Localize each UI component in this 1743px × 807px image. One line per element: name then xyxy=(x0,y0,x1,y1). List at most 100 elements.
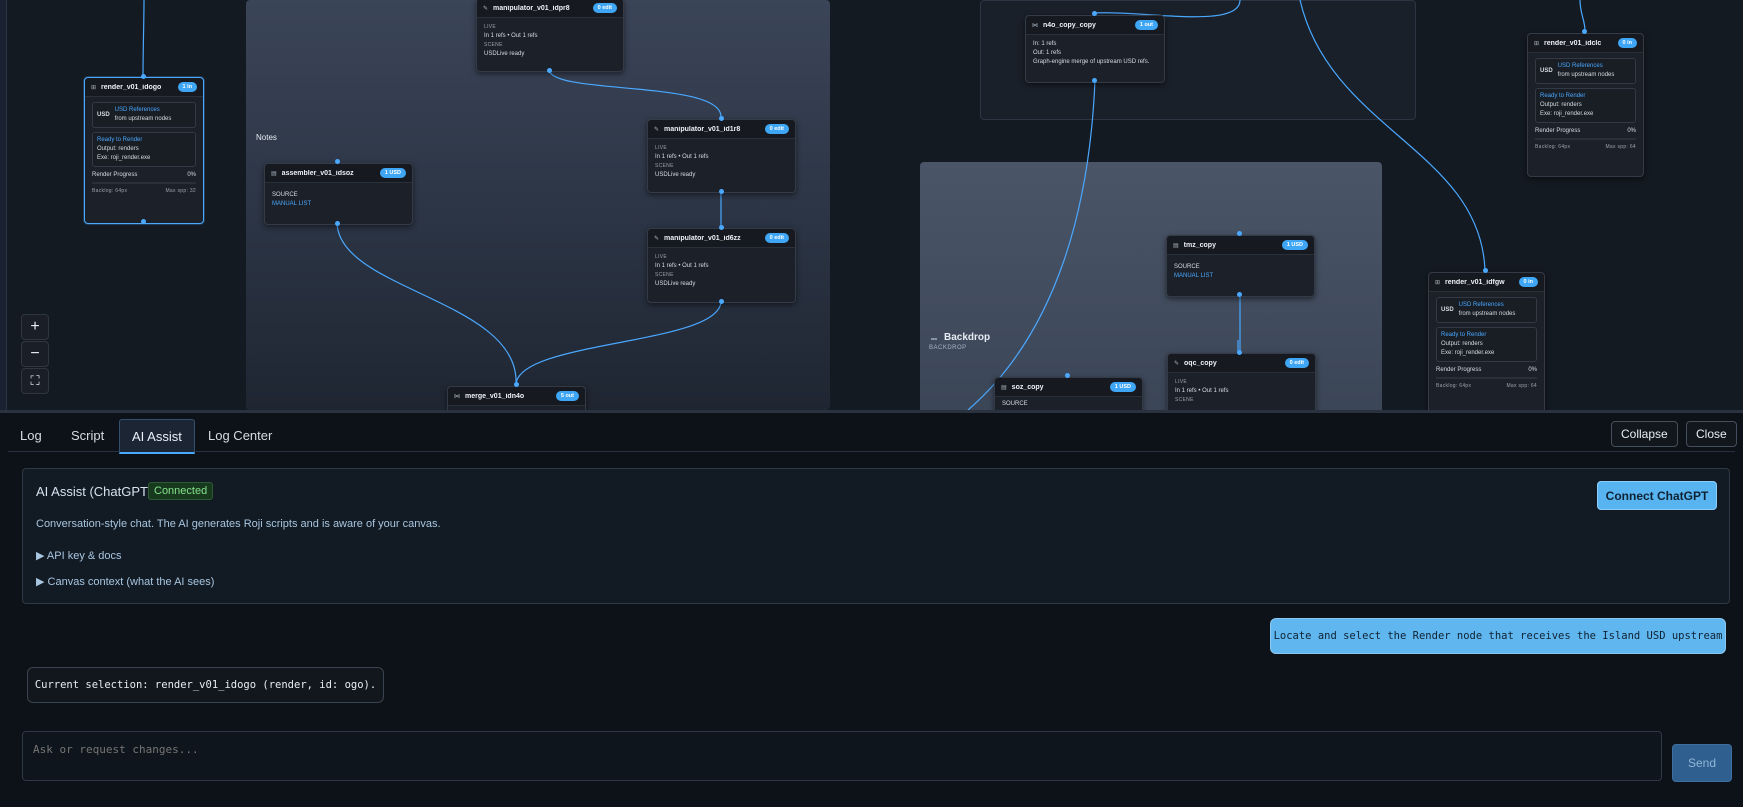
node-title: merge_v01_idn4o xyxy=(465,392,525,400)
manipulator-node-oqc[interactable]: ✎ oqc_copy 0 edit LIVE In 1 refs • Out 1 r… xyxy=(1167,353,1316,410)
input-port[interactable] xyxy=(141,74,146,79)
input-port[interactable] xyxy=(719,116,724,121)
node-badge: 1 USD xyxy=(1281,240,1308,250)
source-label: SOURCE xyxy=(1174,264,1200,270)
tab-log[interactable]: Log xyxy=(8,419,54,451)
source-value: MANUAL LIST xyxy=(272,201,312,207)
output-port[interactable] xyxy=(335,221,340,226)
tab-script[interactable]: Script xyxy=(59,419,116,451)
backlog-label: Backlog: 64px xyxy=(1535,144,1571,150)
ai-assist-title: AI Assist (ChatGPT) xyxy=(36,484,153,499)
input-port[interactable] xyxy=(1237,231,1242,236)
render-status-box: Ready to Render Output: renders Exe: roj… xyxy=(1436,327,1537,362)
scene-text: USDLive ready xyxy=(484,51,525,57)
connect-chatgpt-button[interactable]: Connect ChatGPT xyxy=(1597,481,1717,510)
edge xyxy=(142,0,145,78)
node-title: render_v01_idfgw xyxy=(1445,278,1505,286)
render-output: Output: renders xyxy=(1441,341,1483,347)
usd-refs-label: USD References xyxy=(1458,302,1504,308)
progress-label: Render Progress xyxy=(1535,128,1581,134)
node-badge: 0 in xyxy=(1518,277,1538,287)
render-output: Output: renders xyxy=(1540,102,1582,108)
input-port[interactable] xyxy=(1092,11,1097,16)
collapse-button[interactable]: Collapse xyxy=(1611,421,1678,447)
render-status-box: Ready to Render Output: renders Exe: roj… xyxy=(92,132,196,167)
fit-view-button[interactable]: ⛶ xyxy=(21,368,49,394)
panel-tabs: Log Script AI Assist Log Center xyxy=(8,417,1735,454)
chat-input-wrapper xyxy=(22,731,1662,781)
zoom-in-button[interactable]: + xyxy=(21,314,49,340)
manipulator-node-dpr8[interactable]: ✎ manipulator_v01_idpr8 0 edit LIVE In 1 r… xyxy=(476,0,624,72)
refs-text: In 1 refs • Out 1 refs xyxy=(655,263,709,269)
progress-bar xyxy=(1436,377,1537,379)
output-port[interactable] xyxy=(141,219,146,224)
node-badge: 0 edit xyxy=(592,3,617,13)
user-message: Locate and select the Render node that r… xyxy=(1270,618,1726,654)
node-title: manipulator_v01_id1r8 xyxy=(664,125,741,133)
usd-from-label: from upstream nodes xyxy=(114,116,172,122)
edge xyxy=(336,221,517,385)
input-port[interactable] xyxy=(1237,350,1242,355)
usd-tag: USD xyxy=(1540,67,1553,74)
zoom-out-button[interactable]: − xyxy=(21,341,49,367)
live-label: LIVE xyxy=(1175,379,1188,385)
tab-log-center[interactable]: Log Center xyxy=(196,419,284,451)
node-graph-canvas[interactable]: Notes Backdrop BACKDROP ⊞ render_v01_idog… xyxy=(0,0,1743,410)
scene-label: SCENE xyxy=(1175,397,1194,403)
usd-references-box: USD USD References from upstream nodes xyxy=(1436,297,1537,323)
render-icon: ⊞ xyxy=(1435,279,1441,286)
api-key-docs-toggle[interactable]: ▶ API key & docs xyxy=(36,549,122,562)
chat-input[interactable] xyxy=(23,732,1661,780)
source-label: SOURCE xyxy=(272,192,298,198)
output-port[interactable] xyxy=(719,299,724,304)
scene-label: SCENE xyxy=(655,272,674,278)
input-port[interactable] xyxy=(335,159,340,164)
input-port[interactable] xyxy=(1065,373,1070,378)
ai-assist-card: AI Assist (ChatGPT) Connected Connect Ch… xyxy=(22,468,1730,604)
scene-label: SCENE xyxy=(484,42,503,48)
assembler-node-tmz[interactable]: ▤ tmz_copy 1 USD SOURCE MANUAL LIST xyxy=(1166,235,1315,297)
usd-references-box: USD USD References from upstream nodes xyxy=(92,102,196,128)
assembler-node-soz[interactable]: ▤ assembler_v01_idsoz 1 USD SOURCE MANUAL … xyxy=(264,163,413,225)
progress-value: 0% xyxy=(187,172,196,178)
render-status: Ready to Render xyxy=(97,137,143,143)
output-port[interactable] xyxy=(547,68,552,73)
node-badge: 1 USD xyxy=(1109,382,1136,392)
source-label: SOURCE xyxy=(1002,401,1028,407)
render-node-ogo[interactable]: ⊞ render_v01_idogo 1 in USD USD References… xyxy=(84,77,204,224)
assembler-icon: ▤ xyxy=(1001,384,1007,391)
close-button[interactable]: Close xyxy=(1686,421,1737,447)
manipulator-node-d6zz[interactable]: ✎ manipulator_v01_id6zz 0 edit LIVE In 1 r… xyxy=(647,228,796,303)
refs-text: In 1 refs • Out 1 refs xyxy=(655,154,709,160)
render-output: Output: renders xyxy=(97,146,139,152)
input-port[interactable] xyxy=(514,382,519,387)
backlog-label: Backlog: 64px xyxy=(92,188,128,194)
input-port[interactable] xyxy=(719,225,724,230)
manipulator-node-d1r8[interactable]: ✎ manipulator_v01_id1r8 0 edit LIVE In 1 r… xyxy=(647,119,796,193)
input-port[interactable] xyxy=(1582,29,1587,34)
node-title: manipulator_v01_id6zz xyxy=(664,234,741,242)
node-title: oqc_copy xyxy=(1184,359,1217,367)
merge-node-n4o-copy[interactable]: ⋈ n4o_copy_copy 1 out In: 1 refs Out: 1 re… xyxy=(1025,15,1165,83)
scene-text: USDLive ready xyxy=(655,281,696,287)
usd-refs-label: USD References xyxy=(114,107,160,113)
render-node-clc[interactable]: ⊞ render_v01_idclc 0 in USD USD References… xyxy=(1527,33,1644,177)
max-spp-label: Max spp: 64 xyxy=(1605,144,1636,150)
usd-refs-label: USD References xyxy=(1557,63,1603,69)
output-port[interactable] xyxy=(1092,78,1097,83)
live-label: LIVE xyxy=(655,145,668,151)
refs-text: In 1 refs • Out 1 refs xyxy=(484,33,538,39)
input-port[interactable] xyxy=(1483,268,1488,273)
merge-node-n4o[interactable]: ⋈ merge_v01_idn4o 5 out xyxy=(447,386,586,410)
output-port[interactable] xyxy=(719,189,724,194)
render-node-fgw[interactable]: ⊞ render_v01_idfgw 0 in USD USD References… xyxy=(1428,272,1545,410)
scene-text: USDLive ready xyxy=(655,172,696,178)
output-port[interactable] xyxy=(1237,292,1242,297)
render-icon: ⊞ xyxy=(1534,40,1540,47)
send-button[interactable]: Send xyxy=(1672,744,1732,782)
node-title: soz_copy xyxy=(1011,383,1044,391)
node-title: n4o_copy_copy xyxy=(1043,21,1096,29)
tab-ai-assist[interactable]: AI Assist xyxy=(119,419,195,454)
canvas-context-toggle[interactable]: ▶ Canvas context (what the AI sees) xyxy=(36,575,214,588)
assembler-node-soz-copy[interactable]: ▤ soz_copy 1 USD SOURCE xyxy=(994,377,1143,410)
